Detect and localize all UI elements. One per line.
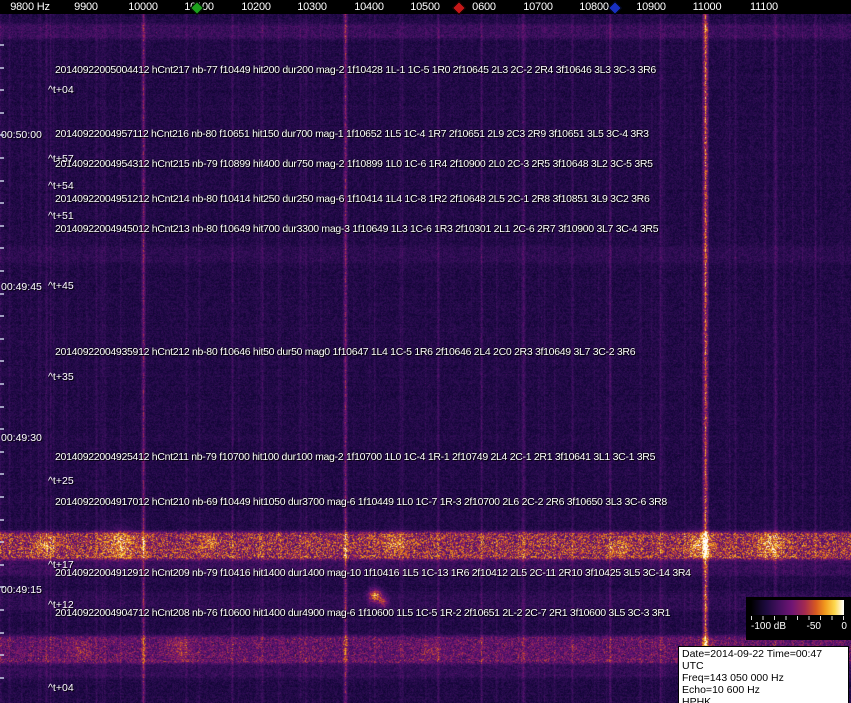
meteor-detection-log-line: 20140922004904712 hCnt208 nb-76 f10600 h… <box>55 607 671 619</box>
echo-time-offset-mark: ^t+35 <box>48 371 74 383</box>
echo-time-offset-mark: ^t+25 <box>48 475 74 487</box>
left-edge-time-tick <box>0 202 4 204</box>
meteor-detection-log-line: 20140922004957112 hCnt216 nb-80 f10651 h… <box>55 128 649 140</box>
freq-tick-10200: 10200 <box>241 1 271 13</box>
freq-tick-10500: 10500 <box>410 1 440 13</box>
left-edge-time-tick <box>0 496 4 498</box>
info-date-time: Date=2014-09-22 Time=00:47 UTC <box>682 648 823 672</box>
left-edge-time-tick <box>0 225 4 227</box>
meteor-detection-log-line: 20140922004917012 hCnt210 nb-69 f10449 h… <box>55 496 667 508</box>
freq-tick-11000: 11000 <box>692 1 722 13</box>
colorbar-label-max: 0 <box>841 621 847 632</box>
left-edge-time-tick <box>0 315 4 317</box>
echo-time-offset-mark: ^t+17 <box>48 559 74 571</box>
annotations-overlay: 00:50:00 00:49:45 00:49:30 00:49:15 20140922… <box>0 0 851 703</box>
left-edge-time-tick <box>0 541 4 543</box>
left-edge-time-tick <box>0 112 4 114</box>
status-info-box: Date=2014-09-22 Time=00:47 UTC Freq=143 … <box>678 646 849 703</box>
echo-time-offset-mark: ^t+45 <box>48 280 74 292</box>
left-edge-time-tick <box>0 293 4 295</box>
left-edge-time-tick <box>0 677 4 679</box>
echo-time-offset-mark: ^t+57 <box>48 153 74 165</box>
left-edge-time-tick <box>0 360 4 362</box>
meteor-detection-log-line: 20140922004912912 hCnt209 nb-79 f10416 h… <box>55 567 691 579</box>
left-edge-time-tick <box>0 44 4 46</box>
left-edge-time-tick <box>0 519 4 521</box>
freq-tick-9800-hz: 9800 Hz <box>10 1 50 13</box>
left-edge-time-tick <box>0 247 4 249</box>
echo-time-offset-mark: ^t+51 <box>48 210 74 222</box>
left-edge-time-tick <box>0 586 4 588</box>
freq-tick-9900: 9900 <box>74 1 98 13</box>
echo-time-offset-mark: ^t+04 <box>48 84 74 96</box>
left-edge-time-tick <box>0 451 4 453</box>
left-edge-time-tick <box>0 338 4 340</box>
freq-tick-11100: 11100 <box>750 1 778 13</box>
left-edge-time-tick <box>0 383 4 385</box>
red-diamond-marker[interactable] <box>451 0 467 16</box>
left-edge-time-tick <box>0 564 4 566</box>
left-edge-time-tick <box>0 406 4 408</box>
meteor-detection-log-line: 20140922004925412 hCnt211 nb-79 f10700 h… <box>55 451 656 463</box>
left-edge-time-tick <box>0 428 4 430</box>
colorbar-gradient <box>751 600 844 615</box>
freq-tick-10400: 10400 <box>354 1 384 13</box>
left-edge-time-tick <box>0 632 4 634</box>
time-axis-label: 00:49:30 <box>1 432 42 444</box>
freq-tick-10000: 10000 <box>128 1 158 13</box>
freq-tick-10700: 10700 <box>523 1 553 13</box>
left-edge-time-tick <box>0 180 4 182</box>
colorbar-ticks <box>751 616 844 620</box>
left-edge-time-tick <box>0 89 4 91</box>
blue-diamond-marker[interactable] <box>607 0 623 16</box>
meteor-detection-log-line: 20140922005004412 hCnt217 nb-77 f10449 h… <box>55 64 656 76</box>
freq-tick-10800: 10800 <box>579 1 609 13</box>
time-axis-label: 00:49:45 <box>1 281 42 293</box>
meteor-detection-log-line: 20140922004935912 hCnt212 nb-80 f10646 h… <box>55 346 636 358</box>
echo-time-offset-mark: ^t+12 <box>48 599 74 611</box>
time-axis-label: 00:49:15 <box>1 584 42 596</box>
left-edge-time-tick <box>0 654 4 656</box>
meteor-detection-log-line: 20140922004945012 hCnt213 nb-80 f10649 h… <box>55 223 659 235</box>
left-edge-time-tick <box>0 157 4 159</box>
left-edge-time-tick <box>0 473 4 475</box>
echo-time-offset-mark: ^t+04 <box>48 682 74 694</box>
freq-tick-0600: 0600 <box>472 1 496 13</box>
left-edge-time-tick <box>0 134 4 136</box>
colorbar-label-min: -100 dB <box>751 621 787 632</box>
colorbar-label-mid: -50 <box>806 621 821 632</box>
info-echo-frequency: Echo=10 600 Hz <box>682 684 760 696</box>
meteor-detection-log-line: 20140922004951212 hCnt214 nb-80 f10414 h… <box>55 193 650 205</box>
time-axis-label: 00:50:00 <box>1 129 42 141</box>
freq-tick-10900: 10900 <box>636 1 666 13</box>
info-station-id: HPHK <box>682 696 712 703</box>
left-edge-time-tick <box>0 270 4 272</box>
left-edge-time-tick <box>0 609 4 611</box>
left-edge-time-tick <box>0 67 4 69</box>
freq-tick-10300: 10300 <box>297 1 327 13</box>
echo-time-offset-mark: ^t+54 <box>48 180 74 192</box>
frequency-scale: 9800 Hz990010000101001020010300104001050… <box>0 0 851 16</box>
colorbar: -100 dB -50 0 <box>746 597 851 640</box>
spectrogram-app: 9800 Hz990010000101001020010300104001050… <box>0 0 851 703</box>
info-frequency: Freq=143 050 000 Hz <box>682 672 784 684</box>
meteor-detection-log-line: 20140922004954312 hCnt215 nb-79 f10899 h… <box>55 158 653 170</box>
